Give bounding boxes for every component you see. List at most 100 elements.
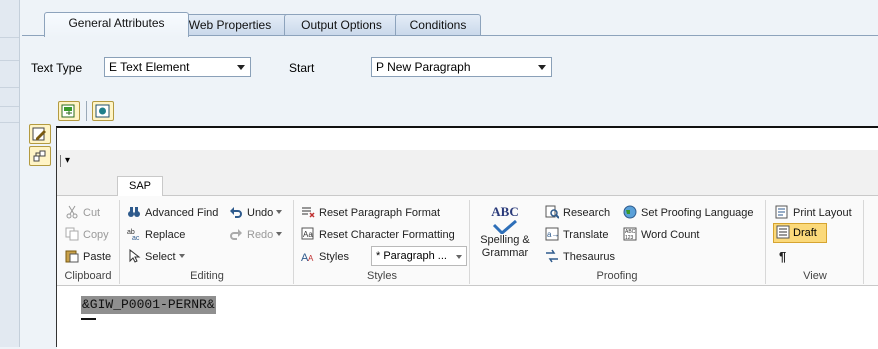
research-icon bbox=[545, 205, 560, 219]
advanced-find-label: Advanced Find bbox=[145, 207, 219, 219]
structure-icon bbox=[33, 150, 46, 162]
text-type-dropdown[interactable]: E Text Element bbox=[104, 57, 251, 77]
view-group-label: View bbox=[803, 270, 827, 282]
ribbon-tabstrip: SAP bbox=[57, 172, 878, 197]
group-separator bbox=[765, 200, 766, 284]
tab-label: General Attributes bbox=[68, 16, 165, 30]
globe-icon bbox=[623, 205, 637, 219]
structure-button[interactable] bbox=[29, 146, 51, 166]
paste-button[interactable]: Paste bbox=[65, 248, 111, 266]
styles-button[interactable]: A A Styles bbox=[301, 248, 349, 266]
chevron-down-icon bbox=[538, 65, 546, 70]
reset-paragraph-label: Reset Paragraph Format bbox=[319, 207, 441, 219]
word-count-label: Word Count bbox=[641, 229, 700, 241]
cut-button[interactable]: Cut bbox=[65, 204, 100, 222]
styles-label: Styles bbox=[319, 251, 349, 263]
paste-label: Paste bbox=[83, 251, 112, 263]
thesaurus-icon bbox=[545, 249, 559, 263]
select-button[interactable]: Select bbox=[127, 248, 185, 266]
reset-character-formatting-button[interactable]: Aa Reset Character Formatting bbox=[301, 226, 455, 244]
replace-button[interactable]: ab ac Replace bbox=[127, 226, 185, 244]
scissors-icon bbox=[65, 205, 79, 219]
tab-label: Web Properties bbox=[188, 18, 272, 32]
undo-button[interactable]: Undo bbox=[229, 204, 283, 222]
word-count-icon: ABC 123 bbox=[623, 227, 637, 241]
insert-field-button[interactable] bbox=[58, 101, 80, 121]
tab-label: Output Options bbox=[301, 18, 382, 32]
redo-button[interactable]: Redo bbox=[229, 226, 283, 244]
chevron-down-icon bbox=[276, 210, 283, 214]
chevron-down-icon bbox=[237, 65, 245, 70]
left-navigation-strip bbox=[0, 0, 20, 347]
styles-group-label: Styles bbox=[367, 270, 397, 282]
editing-group-label: Editing bbox=[190, 270, 224, 282]
word-count-button[interactable]: ABC 123 Word Count bbox=[623, 226, 700, 244]
group-separator bbox=[863, 200, 864, 284]
group-separator bbox=[469, 200, 470, 284]
spelling-label: Spelling & bbox=[480, 234, 530, 246]
reset-character-icon: Aa bbox=[301, 227, 315, 241]
chevron-down-icon bbox=[276, 232, 283, 236]
thesaurus-label: Thesaurus bbox=[563, 251, 615, 263]
quick-access-toolbar: ▾ bbox=[57, 150, 878, 172]
set-proofing-label: Set Proofing Language bbox=[641, 207, 754, 219]
set-proofing-language-button[interactable]: Set Proofing Language bbox=[623, 204, 754, 222]
ribbon-tab-sap[interactable]: SAP bbox=[117, 176, 163, 197]
thesaurus-button[interactable]: Thesaurus bbox=[545, 248, 615, 266]
group-separator bbox=[293, 200, 294, 284]
text-type-label: Text Type bbox=[31, 61, 83, 75]
copy-label: Copy bbox=[83, 229, 109, 241]
checkmark-icon bbox=[492, 220, 517, 234]
translate-button[interactable]: a→ Translate bbox=[545, 226, 608, 244]
reset-paragraph-format-button[interactable]: Reset Paragraph Format bbox=[301, 204, 440, 222]
styles-dropdown-value: * Paragraph ... bbox=[376, 250, 447, 262]
research-button[interactable]: Research bbox=[545, 204, 610, 222]
cursor-arrow-icon bbox=[127, 248, 141, 263]
cut-label: Cut bbox=[83, 207, 101, 219]
field-token[interactable]: &GIW_P0001-PERNR& bbox=[81, 296, 216, 314]
svg-text:123: 123 bbox=[625, 235, 634, 241]
undo-label: Undo bbox=[247, 207, 274, 219]
replace-label: Replace bbox=[145, 229, 186, 241]
start-value: P New Paragraph bbox=[376, 60, 471, 74]
text-cursor bbox=[81, 318, 96, 320]
edit-button[interactable] bbox=[29, 124, 51, 144]
reset-character-label: Reset Character Formatting bbox=[319, 229, 455, 241]
replace-icon: ab ac bbox=[127, 227, 141, 242]
select-label: Select bbox=[145, 251, 176, 263]
svg-text:ac: ac bbox=[132, 235, 140, 241]
qat-separator bbox=[60, 155, 61, 167]
ribbon: Cut Copy Paste Clipboard Advanced Find a… bbox=[57, 196, 878, 286]
ribbon-tab-label: SAP bbox=[128, 180, 151, 192]
tab-general-attributes[interactable]: General Attributes bbox=[44, 12, 189, 37]
draft-icon bbox=[776, 225, 790, 239]
redo-icon bbox=[229, 227, 243, 241]
copy-button[interactable]: Copy bbox=[65, 226, 109, 244]
text-type-value: E Text Element bbox=[109, 60, 190, 74]
clipboard-group-label: Clipboard bbox=[64, 270, 112, 282]
insert-field-icon bbox=[61, 104, 75, 118]
styles-dropdown[interactable]: * Paragraph ... bbox=[371, 246, 467, 266]
start-dropdown[interactable]: P New Paragraph bbox=[371, 57, 552, 77]
spelling-grammar-button[interactable]: ABC Spelling & Grammar bbox=[473, 204, 537, 264]
tab-conditions[interactable]: Conditions bbox=[395, 14, 481, 36]
qat-customize-icon[interactable]: ▾ bbox=[65, 155, 70, 166]
tab-output-options[interactable]: Output Options bbox=[284, 14, 399, 36]
svg-text:Aa: Aa bbox=[303, 230, 313, 239]
abc-label: ABC bbox=[491, 204, 519, 219]
print-layout-label: Print Layout bbox=[793, 207, 852, 219]
svg-text:A: A bbox=[308, 254, 314, 263]
svg-text:a→: a→ bbox=[547, 230, 559, 239]
chevron-down-icon bbox=[456, 255, 462, 259]
show-formatting-button[interactable]: ¶ bbox=[779, 248, 786, 266]
start-label: Start bbox=[289, 61, 315, 75]
advanced-find-button[interactable]: Advanced Find bbox=[127, 204, 218, 222]
grammar-label: Grammar bbox=[481, 247, 529, 259]
preview-button[interactable] bbox=[92, 101, 114, 121]
binoculars-icon bbox=[127, 205, 141, 219]
print-layout-button[interactable]: Print Layout bbox=[775, 204, 852, 222]
document-area[interactable]: &GIW_P0001-PERNR& bbox=[57, 288, 878, 349]
research-label: Research bbox=[563, 207, 611, 219]
draft-button[interactable]: Draft bbox=[773, 223, 827, 243]
toolbar-separator bbox=[86, 101, 87, 121]
